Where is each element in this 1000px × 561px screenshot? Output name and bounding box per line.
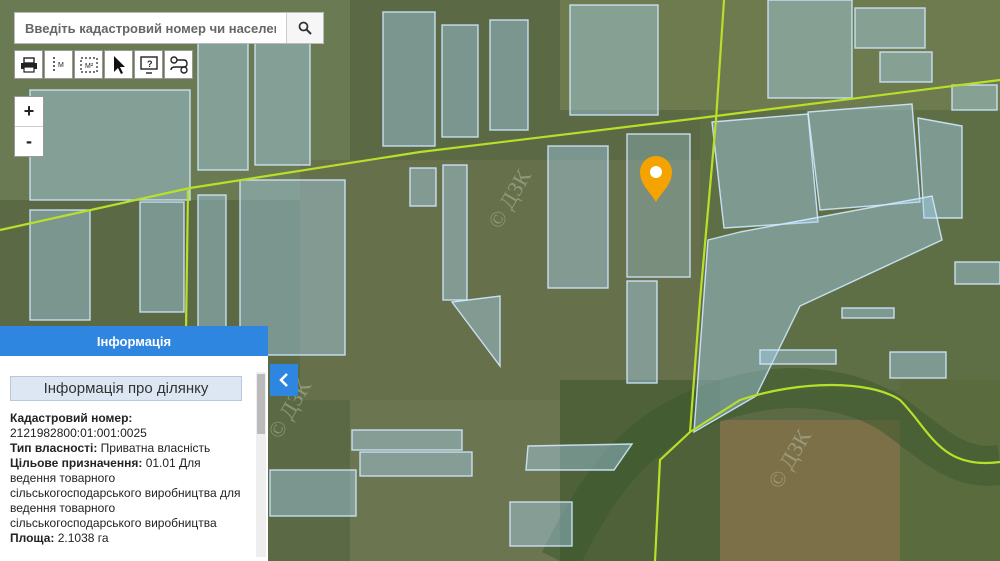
purpose-label: Цільове призначення: [10,456,143,470]
ownership-label: Тип власності: [10,441,98,455]
info-panel-body: Інформація про ділянку Кадастровий номер… [0,356,268,546]
pointer-icon [113,55,125,74]
svg-text:M²: M² [85,63,94,70]
measure-line-icon: M [52,56,64,73]
search-bar [14,12,324,44]
cadastral-number-value: 2121982800:01:001:0025 [10,426,147,440]
area-label: Площа: [10,531,55,545]
measure-line-button[interactable]: M [44,50,73,79]
print-button[interactable] [14,50,43,79]
route-button[interactable] [164,50,193,79]
info-panel-subtitle: Інформація про ділянку [10,376,242,401]
svg-text:M: M [58,62,64,69]
map-toolbar: M M² ? [14,50,193,79]
info-panel: Інформація Інформація про ділянку Кадаст… [0,326,268,561]
info-panel-scrollbar[interactable] [256,372,266,557]
route-icon [169,55,188,74]
info-button[interactable]: ? [134,50,163,79]
scrollbar-thumb[interactable] [257,374,265,434]
measure-area-icon: M² [79,56,98,73]
zoom-in-button[interactable]: + [15,97,43,126]
area-row: Площа: 2.1038 га [10,531,242,546]
collapse-panel-button[interactable] [270,364,298,396]
measure-area-button[interactable]: M² [74,50,103,79]
pointer-button[interactable] [104,50,133,79]
ownership-row: Тип власності: Приватна власність [10,441,242,456]
svg-text:?: ? [147,59,153,69]
search-button[interactable] [286,13,323,43]
chevron-left-icon [279,373,288,387]
cadastral-number-label: Кадастровий номер: [10,411,133,425]
info-icon: ? [139,55,158,74]
search-input[interactable] [15,13,286,43]
print-icon [20,56,37,73]
search-icon [298,21,312,35]
zoom-control: + - [14,96,44,157]
info-panel-header: Інформація [0,326,268,356]
ownership-value: Приватна власність [100,441,211,455]
area-value: 2.1038 га [57,531,109,545]
purpose-row: Цільове призначення: 01.01 Для ведення т… [10,456,242,531]
zoom-out-button[interactable]: - [15,126,43,156]
